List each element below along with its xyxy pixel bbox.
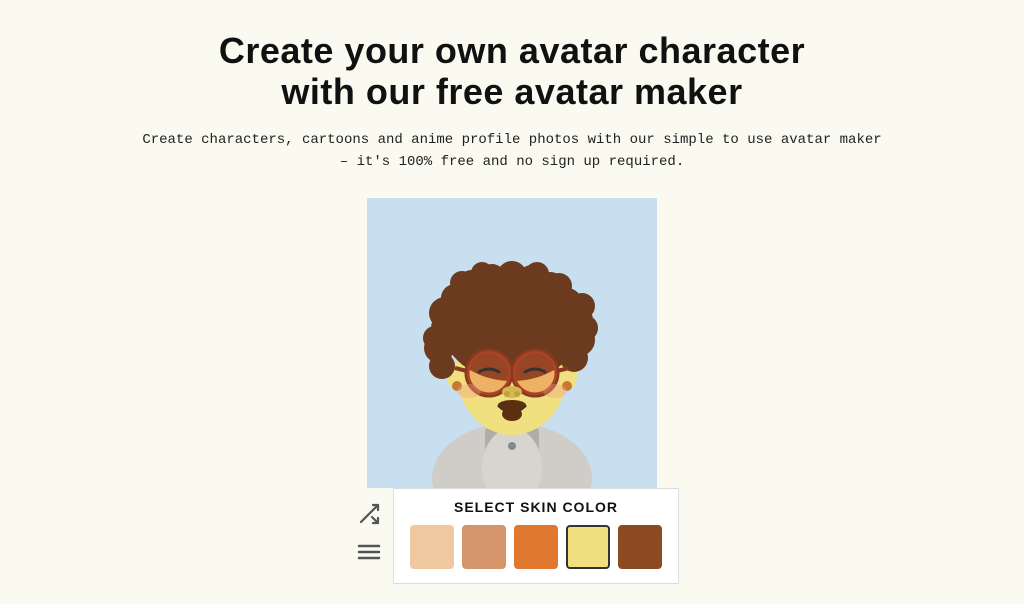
page-title: Create your own avatar character with ou… — [219, 30, 805, 113]
avatar-area: SELECT SKIN COLOR — [345, 198, 679, 584]
skin-panel: SELECT SKIN COLOR — [393, 488, 679, 584]
skin-label: SELECT SKIN COLOR — [410, 499, 662, 515]
skin-swatch-orange-tan[interactable] — [514, 525, 558, 569]
page-subtitle: Create characters, cartoons and anime pr… — [137, 129, 887, 174]
controls-row: SELECT SKIN COLOR — [345, 488, 679, 584]
icon-controls — [345, 488, 393, 578]
avatar-canvas — [367, 198, 657, 488]
skin-swatch-light-peach[interactable] — [410, 525, 454, 569]
shuffle-button[interactable] — [353, 498, 385, 530]
skin-swatch-warm-tan[interactable] — [462, 525, 506, 569]
skin-swatch-dark-brown[interactable] — [618, 525, 662, 569]
skin-colors — [410, 525, 662, 569]
menu-button[interactable] — [353, 536, 385, 568]
skin-swatch-yellow-light[interactable] — [566, 525, 610, 569]
page-wrapper: Create your own avatar character with ou… — [0, 0, 1024, 604]
